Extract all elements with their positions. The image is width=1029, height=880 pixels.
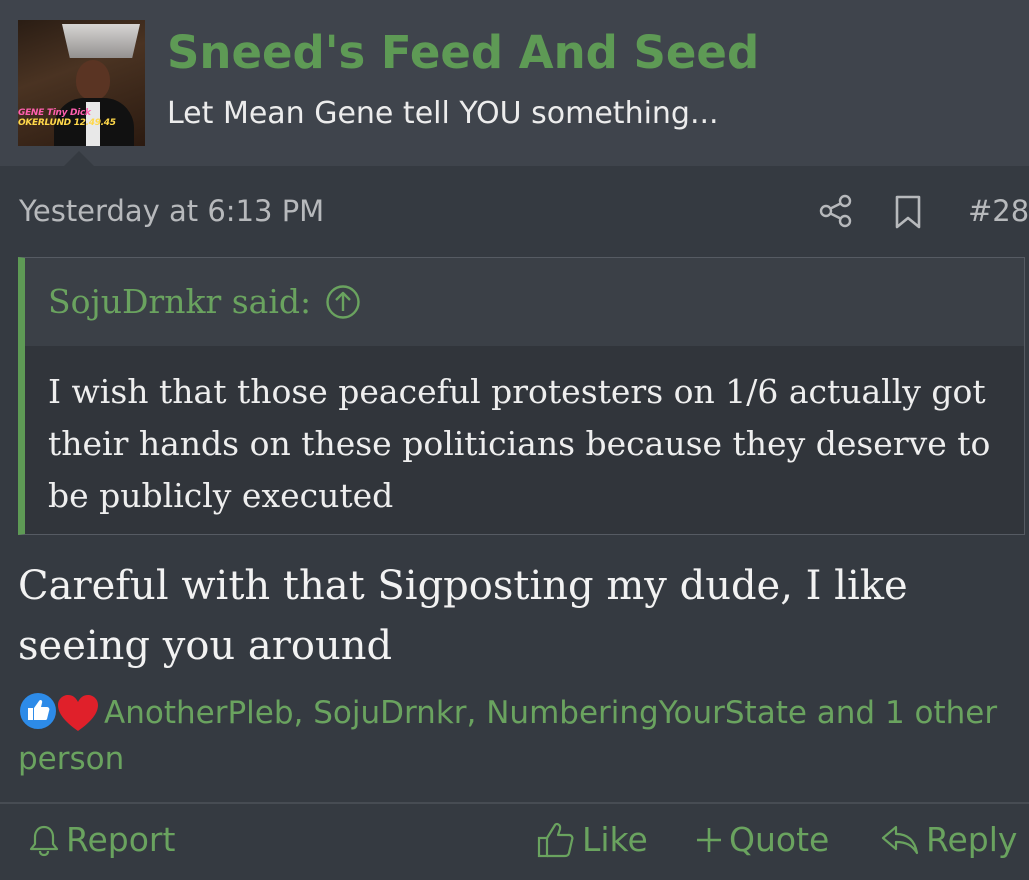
- quote-label: Quote: [729, 820, 830, 859]
- bookmark-icon[interactable]: [893, 194, 923, 230]
- post-number[interactable]: #28: [968, 194, 1029, 228]
- quote-header: SojuDrnkr said:: [25, 258, 1024, 346]
- forum-title[interactable]: Sneed's Feed And Seed: [167, 26, 759, 79]
- avatar-caption-accent: Tiny Dick: [46, 108, 91, 118]
- bell-icon: [29, 825, 59, 856]
- quote-button[interactable]: Quote: [695, 820, 829, 859]
- avatar-caption-line2: OKERLUND 12.49.45: [18, 118, 116, 128]
- wwf-logo: [62, 24, 140, 58]
- reply-label: Reply: [926, 820, 1018, 859]
- arrow-up-circle-icon[interactable]: [325, 284, 361, 320]
- report-button[interactable]: Report: [28, 820, 175, 859]
- footer-divider: [0, 802, 1029, 804]
- post-date[interactable]: Yesterday at 6:13 PM: [19, 194, 324, 228]
- plus-icon: [697, 827, 721, 852]
- forum-subtitle: Let Mean Gene tell YOU something...: [167, 96, 719, 131]
- post-body: Careful with that Sigposting my dude, I …: [18, 563, 908, 669]
- reaction-icons: [18, 691, 104, 731]
- like-label: Like: [582, 820, 648, 859]
- reply-button[interactable]: Reply: [880, 820, 1017, 859]
- heart-icon: [58, 695, 98, 731]
- quote-author[interactable]: SojuDrnkr said:: [48, 282, 311, 321]
- avatar-caption: GENE Tiny Dick OKERLUND 12.49.45: [18, 108, 145, 128]
- reactions-bar[interactable]: AnotherPleb, SojuDrnkr, NumberingYourSta…: [18, 690, 1018, 782]
- quote-text: I wish that those peaceful protesters on…: [48, 372, 991, 515]
- thumbs-up-icon: [537, 822, 574, 857]
- header-caret: [64, 151, 94, 166]
- thumbs-up-reaction-icon: [18, 691, 58, 731]
- avatar[interactable]: GENE Tiny Dick OKERLUND 12.49.45: [18, 20, 145, 146]
- reply-arrow-icon: [881, 825, 919, 854]
- share-icon[interactable]: [818, 193, 854, 229]
- report-label: Report: [66, 820, 176, 859]
- quote-block: SojuDrnkr said: I wish that those peacef…: [18, 257, 1025, 535]
- forum-header: GENE Tiny Dick OKERLUND 12.49.45 Sneed's…: [0, 0, 1029, 166]
- like-button[interactable]: Like: [536, 820, 648, 859]
- reactions-text[interactable]: AnotherPleb, SojuDrnkr, NumberingYourSta…: [18, 695, 997, 777]
- avatar-caption-line1: GENE: [18, 108, 47, 118]
- avatar-person: [76, 60, 110, 100]
